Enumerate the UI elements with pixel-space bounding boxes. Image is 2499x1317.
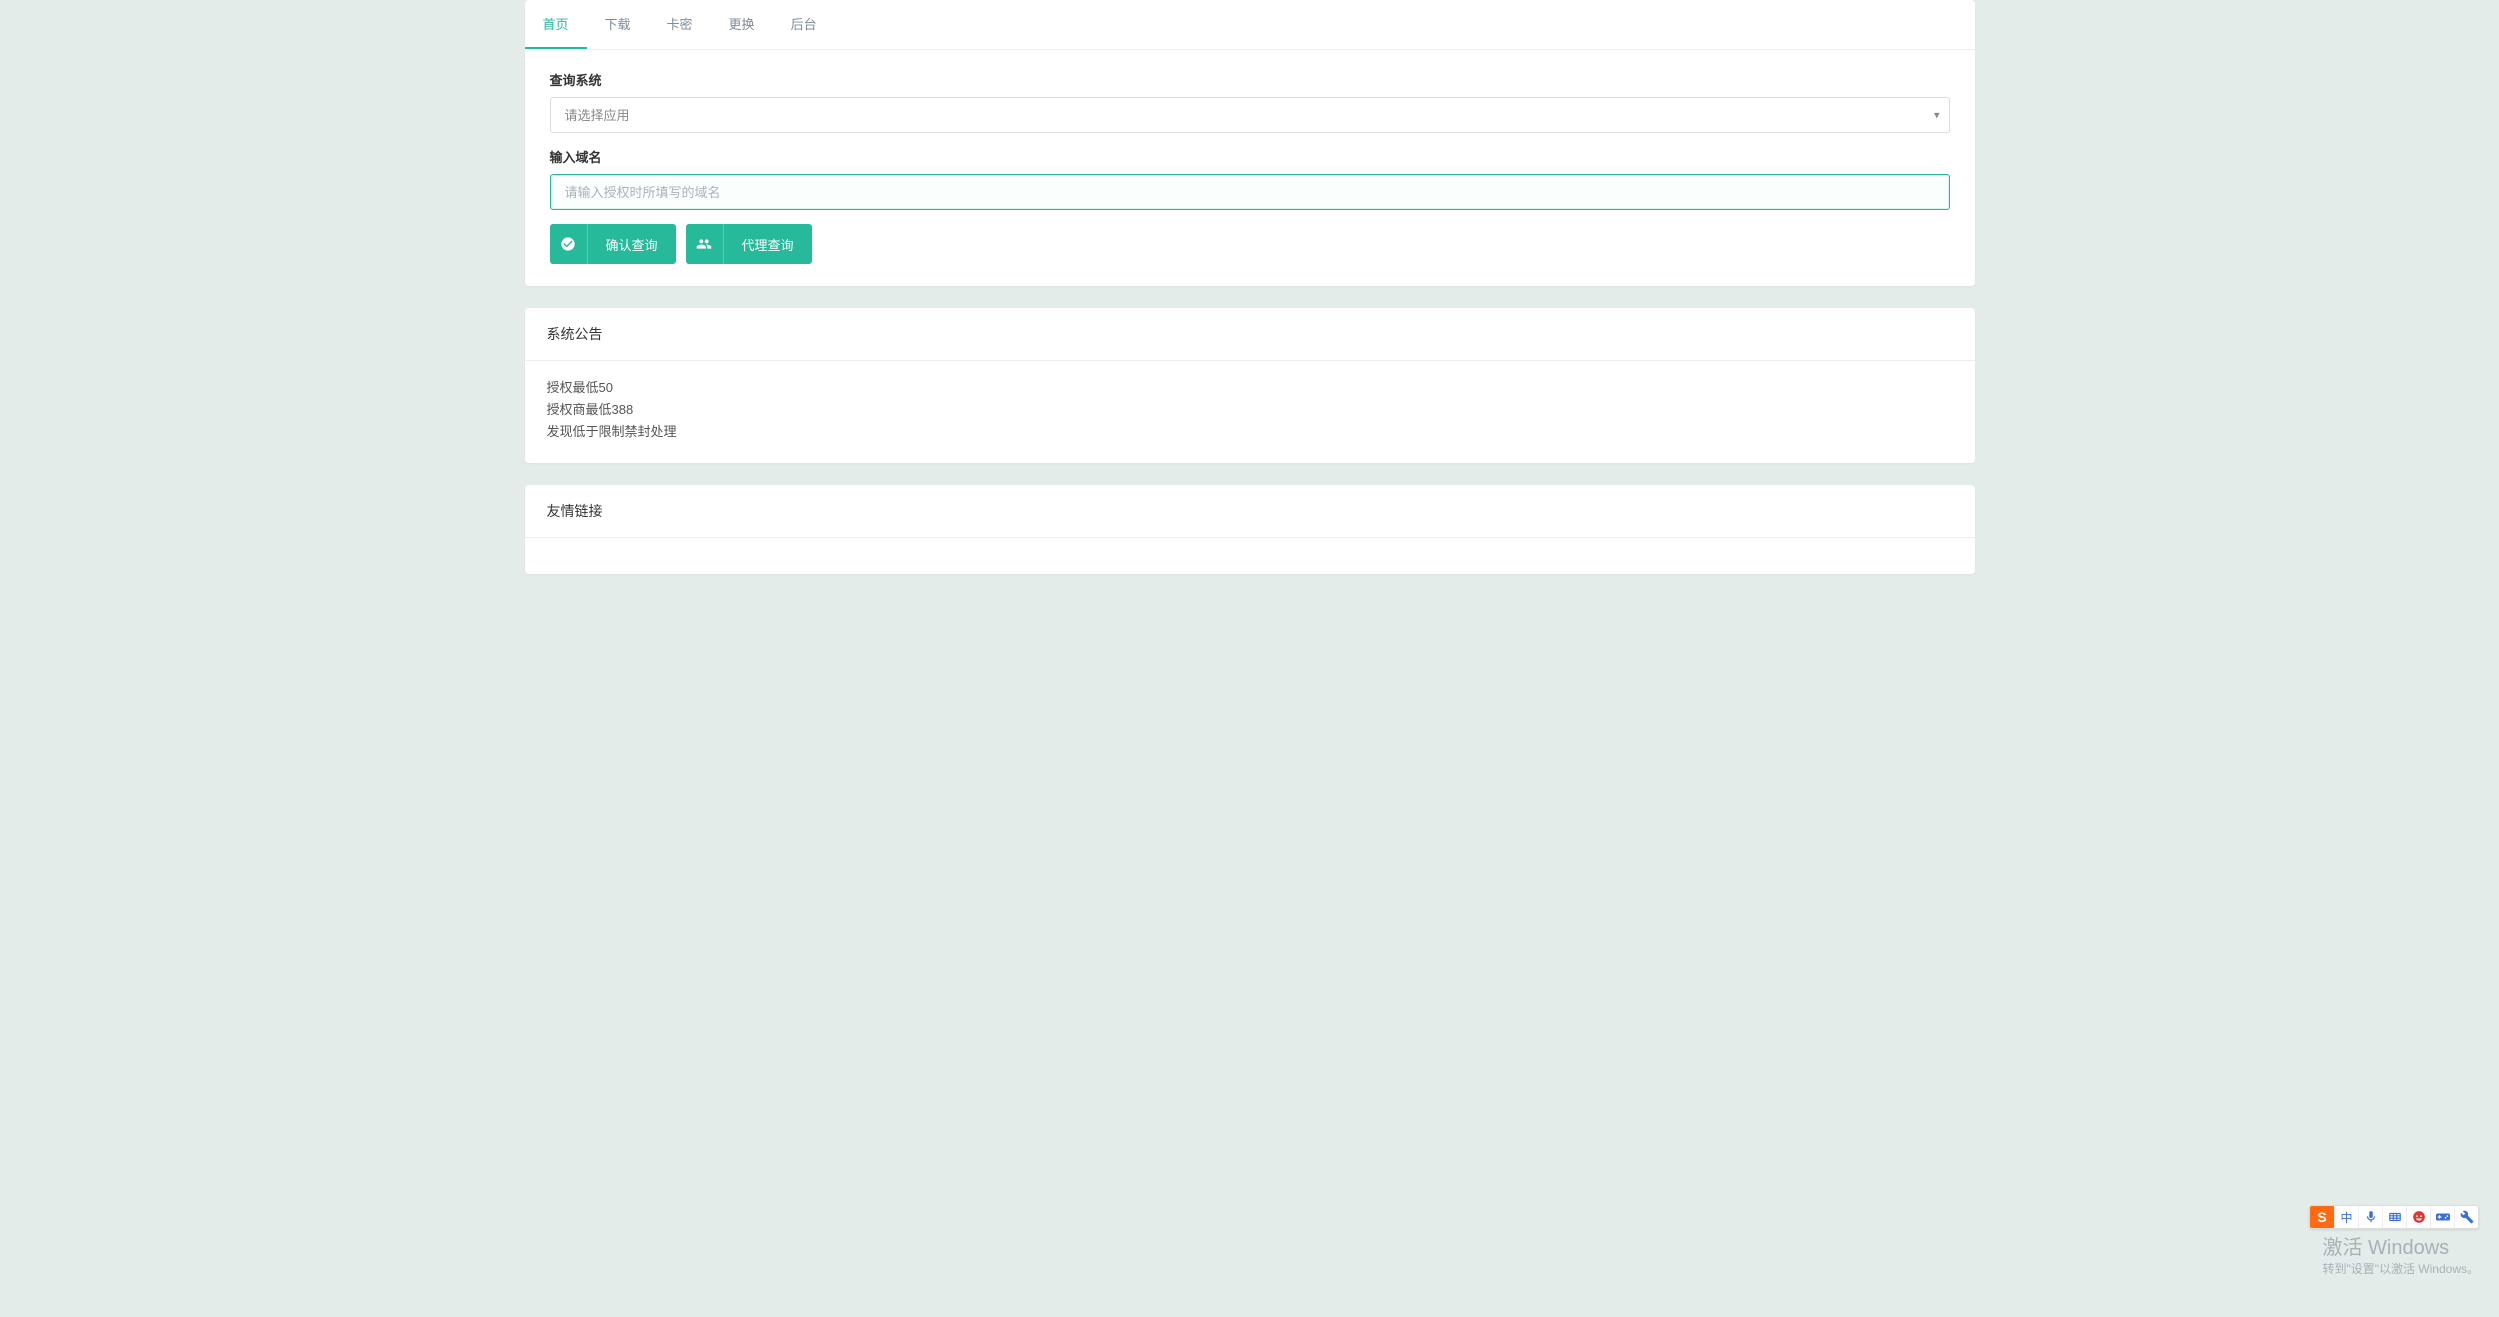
friend-links-body [525, 538, 1975, 574]
tab-card[interactable]: 卡密 [649, 0, 711, 49]
announcement-line: 授权最低50 [547, 377, 1953, 399]
ime-toolbar[interactable]: S 中 [2309, 1205, 2479, 1229]
announcement-line: 授权商最低388 [547, 399, 1953, 421]
ime-lang-icon[interactable]: 中 [2334, 1205, 2358, 1229]
ime-mic-icon[interactable] [2358, 1205, 2382, 1229]
app-select[interactable]: 请选择应用 [550, 97, 1950, 133]
ime-emoji-icon[interactable] [2406, 1205, 2430, 1229]
tab-bar: 首页 下载 卡密 更换 后台 [525, 0, 1975, 50]
query-system-label: 查询系统 [550, 70, 1950, 89]
domain-label: 输入域名 [550, 147, 1950, 166]
announcement-body: 授权最低50 授权商最低388 发现低于限制禁封处理 [525, 361, 1975, 463]
button-row: 确认查询 代理查询 [550, 224, 1950, 264]
check-circle-icon [550, 224, 588, 264]
windows-activation-watermark: 激活 Windows 转到"设置"以激活 Windows。 [2322, 1231, 2479, 1277]
people-icon [686, 224, 724, 264]
ime-logo-icon[interactable]: S [2310, 1205, 2334, 1229]
agent-query-label: 代理查询 [724, 235, 812, 254]
ime-toolbox-icon[interactable] [2454, 1205, 2478, 1229]
friend-links-card: 友情链接 [525, 485, 1975, 574]
announcement-title: 系统公告 [525, 308, 1975, 361]
query-form: 查询系统 请选择应用 ▾ 输入域名 确认查询 [525, 50, 1975, 286]
confirm-query-button[interactable]: 确认查询 [550, 224, 676, 264]
watermark-title: 激活 Windows [2322, 1231, 2479, 1260]
watermark-subtitle: 转到"设置"以激活 Windows。 [2322, 1260, 2479, 1277]
ime-keyboard-icon[interactable] [2382, 1205, 2406, 1229]
tab-home[interactable]: 首页 [525, 0, 587, 49]
announcement-line: 发现低于限制禁封处理 [547, 421, 1953, 443]
tab-download[interactable]: 下载 [587, 0, 649, 49]
ime-gamepad-icon[interactable] [2430, 1205, 2454, 1229]
main-card: 首页 下载 卡密 更换 后台 查询系统 请选择应用 ▾ 输入域名 [525, 0, 1975, 286]
tab-backend[interactable]: 后台 [773, 0, 835, 49]
tab-replace[interactable]: 更换 [711, 0, 773, 49]
app-select-wrap: 请选择应用 ▾ [550, 97, 1950, 133]
confirm-query-label: 确认查询 [588, 235, 676, 254]
friend-links-title: 友情链接 [525, 485, 1975, 538]
agent-query-button[interactable]: 代理查询 [686, 224, 812, 264]
domain-input[interactable] [550, 174, 1950, 210]
announcement-card: 系统公告 授权最低50 授权商最低388 发现低于限制禁封处理 [525, 308, 1975, 463]
